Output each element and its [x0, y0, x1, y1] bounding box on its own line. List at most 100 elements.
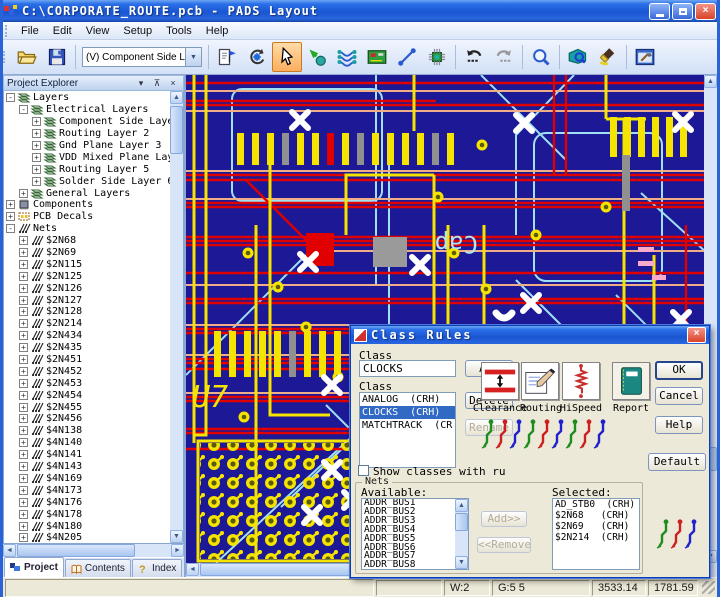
cancel-button[interactable]: Cancel — [655, 387, 703, 405]
layer-select[interactable]: (V) Component Side L ▼ — [82, 47, 202, 67]
tree-item[interactable]: + $4N141 — [4, 449, 170, 461]
board-overview-button[interactable] — [563, 42, 593, 72]
tree-item[interactable]: + $2N453 — [4, 377, 170, 389]
save-button[interactable] — [42, 42, 72, 72]
tree-item[interactable]: + General Layers — [4, 187, 170, 199]
tree-item[interactable]: + $2N128 — [4, 306, 170, 318]
tree-expander[interactable]: + — [19, 521, 28, 531]
tree-expander[interactable]: + — [19, 402, 28, 412]
selected-net-item[interactable]: $2N68 (CRH) — [553, 510, 639, 521]
tree-item[interactable]: + $2N455 — [4, 401, 170, 413]
report-button[interactable] — [612, 362, 650, 400]
tree-expander[interactable]: + — [19, 271, 28, 281]
scroll-down-icon[interactable]: ▼ — [455, 556, 468, 569]
board-layout-button[interactable] — [362, 42, 392, 72]
class-list-item[interactable]: ANALOG (CRH) — [360, 393, 455, 406]
class-input[interactable]: CLOCKS — [359, 360, 456, 377]
menu-item[interactable]: File — [14, 24, 46, 38]
tree-expander[interactable]: - — [6, 224, 15, 234]
tree-expander[interactable]: + — [19, 188, 28, 198]
menu-item[interactable]: Setup — [116, 24, 159, 38]
menu-item[interactable]: View — [79, 24, 117, 38]
tree-expander[interactable]: + — [19, 473, 28, 483]
panel-tab[interactable]: Contents — [64, 559, 131, 577]
tree-item[interactable]: + $2N451 — [4, 354, 170, 366]
tree-expander[interactable]: + — [19, 343, 28, 353]
dialog-close-button[interactable]: × — [687, 327, 706, 343]
selected-net-item[interactable]: $2N69 (CRH) — [553, 521, 639, 532]
scroll-down-icon[interactable]: ▼ — [170, 530, 183, 543]
available-vscroll-thumb[interactable] — [455, 513, 468, 531]
tree-item[interactable]: + $2N127 — [4, 294, 170, 306]
tree-expander[interactable]: + — [19, 355, 28, 365]
tree-item[interactable]: + $2N452 — [4, 365, 170, 377]
tree-item[interactable]: + $2N434 — [4, 330, 170, 342]
tree-item[interactable]: + $4N180 — [4, 520, 170, 532]
tree-item[interactable]: + $2N69 — [4, 247, 170, 259]
tree-expander[interactable]: - — [6, 93, 15, 103]
tree-vscrollbar[interactable]: ▲ ▼ — [170, 91, 183, 543]
tree-item[interactable]: + $4N173 — [4, 484, 170, 496]
tree-expander[interactable]: + — [19, 533, 28, 543]
selection-properties-button[interactable] — [212, 42, 242, 72]
tree-item[interactable]: + Routing Layer 2 — [4, 128, 170, 140]
tree-item[interactable]: + $4N169 — [4, 473, 170, 485]
dialog-title-bar[interactable]: Class Rules × — [351, 326, 709, 344]
chevron-down-icon[interactable]: ▼ — [185, 48, 201, 66]
available-vscrollbar[interactable]: ▲ ▼ — [455, 499, 468, 569]
tree-expander[interactable]: + — [19, 295, 28, 305]
tree-item[interactable]: + $2N126 — [4, 282, 170, 294]
minimize-button[interactable] — [649, 2, 670, 20]
tree-item[interactable]: + Solder Side Layer 6 — [4, 175, 170, 187]
tree-expander[interactable]: + — [32, 141, 41, 150]
panel-tab[interactable]: Index — [131, 559, 183, 577]
tree-item[interactable]: + PCB Decals — [4, 211, 170, 223]
scroll-up-icon[interactable]: ▲ — [170, 91, 183, 104]
tree-item[interactable]: + Gnd Plane Layer 3 — [4, 140, 170, 152]
scroll-up-icon[interactable]: ▲ — [455, 499, 468, 512]
remove-net-button[interactable]: <<Remove — [477, 537, 531, 553]
copper-pour-button[interactable] — [593, 42, 623, 72]
tree-expander[interactable]: + — [19, 426, 28, 436]
add-component-button[interactable] — [422, 42, 452, 72]
tree-expander[interactable]: + — [19, 283, 28, 293]
tree-expander[interactable]: + — [19, 485, 28, 495]
tree-expander[interactable]: + — [19, 378, 28, 388]
add-route-button[interactable] — [332, 42, 362, 72]
tree-expander[interactable]: + — [32, 152, 41, 162]
tree-expander[interactable]: + — [19, 331, 28, 341]
tree-item[interactable]: + $2N68 — [4, 235, 170, 247]
selected-nets-listbox[interactable]: AD_STB0 (CRH) $2N68 (CRH) $2N69 (CRH) $2N21… — [552, 498, 640, 570]
tree-expander[interactable]: + — [32, 164, 41, 174]
tree-expander[interactable]: + — [19, 248, 28, 258]
tree-vscroll-thumb[interactable] — [170, 106, 183, 154]
default-button[interactable]: Default — [648, 453, 706, 471]
selected-net-item[interactable]: AD_STB0 (CRH) — [553, 499, 639, 510]
class-listbox[interactable]: ANALOG (CRH) CLOCKS (CRH) MATCHTRACK (CR — [359, 392, 456, 468]
tree-item[interactable]: + Components — [4, 199, 170, 211]
tree-expander[interactable]: + — [19, 319, 28, 329]
tree-expander[interactable]: + — [19, 509, 28, 519]
tree-expander[interactable]: + — [32, 176, 41, 186]
tree-expander[interactable]: + — [6, 212, 15, 222]
open-file-button[interactable] — [12, 42, 42, 72]
scroll-up-icon[interactable]: ▲ — [704, 75, 717, 88]
tree-item[interactable]: - Layers — [4, 92, 170, 104]
scroll-left-icon[interactable]: ◄ — [186, 563, 199, 576]
tree-item[interactable]: + $2N435 — [4, 342, 170, 354]
menu-item[interactable]: Tools — [159, 24, 199, 38]
show-classes-checkbox[interactable] — [358, 465, 369, 476]
tree-expander[interactable]: + — [19, 307, 28, 317]
tree-expander[interactable]: - — [19, 105, 28, 115]
selected-net-item[interactable]: $2N214 (CRH) — [553, 532, 639, 543]
tree-expander[interactable]: + — [19, 438, 28, 448]
ok-button[interactable]: OK — [655, 361, 703, 380]
tree-item[interactable]: + VDD Mixed Plane Lay — [4, 151, 170, 163]
tree-expander[interactable]: + — [6, 200, 15, 210]
tree-item[interactable]: - Nets — [4, 223, 170, 235]
toolbar-grip[interactable] — [3, 51, 8, 63]
tree-item[interactable]: - Electrical Layers — [4, 104, 170, 116]
undo-button[interactable] — [459, 42, 489, 72]
class-list-item[interactable]: CLOCKS (CRH) — [360, 406, 455, 419]
redo-button[interactable] — [489, 42, 519, 72]
